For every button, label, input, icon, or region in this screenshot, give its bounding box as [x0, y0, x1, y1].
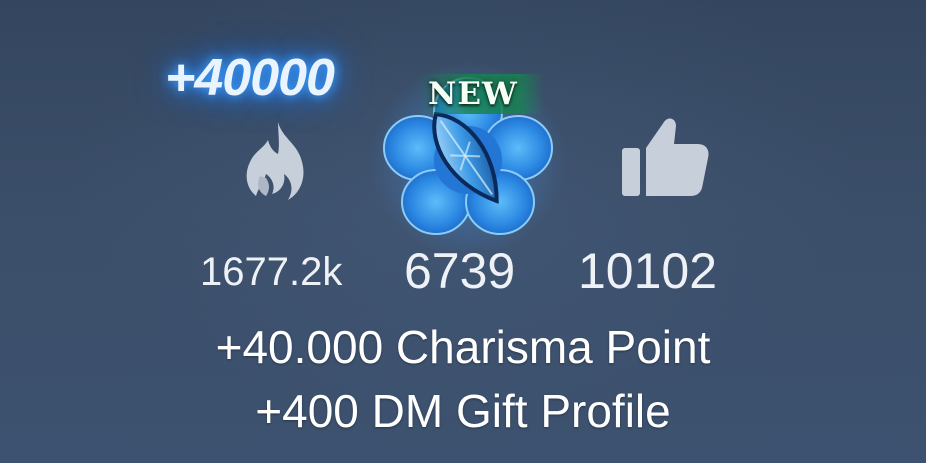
- likes-count: 10102: [578, 243, 718, 299]
- fire-icon: [236, 118, 322, 206]
- bonus-points-label: +40000: [165, 49, 335, 107]
- charisma-reward-panel: +40000 NEW 1677.2k 6739 10102 +40.000 Ch…: [0, 0, 926, 463]
- charisma-count: 6739: [404, 243, 516, 299]
- new-badge: NEW: [418, 74, 544, 114]
- dm-gift-caption: +400 DM Gift Profile: [255, 385, 671, 437]
- charisma-caption: +40.000 Charisma Point: [215, 321, 711, 373]
- thumbs-up-icon: [616, 110, 712, 202]
- popularity-count: 1677.2k: [200, 250, 343, 294]
